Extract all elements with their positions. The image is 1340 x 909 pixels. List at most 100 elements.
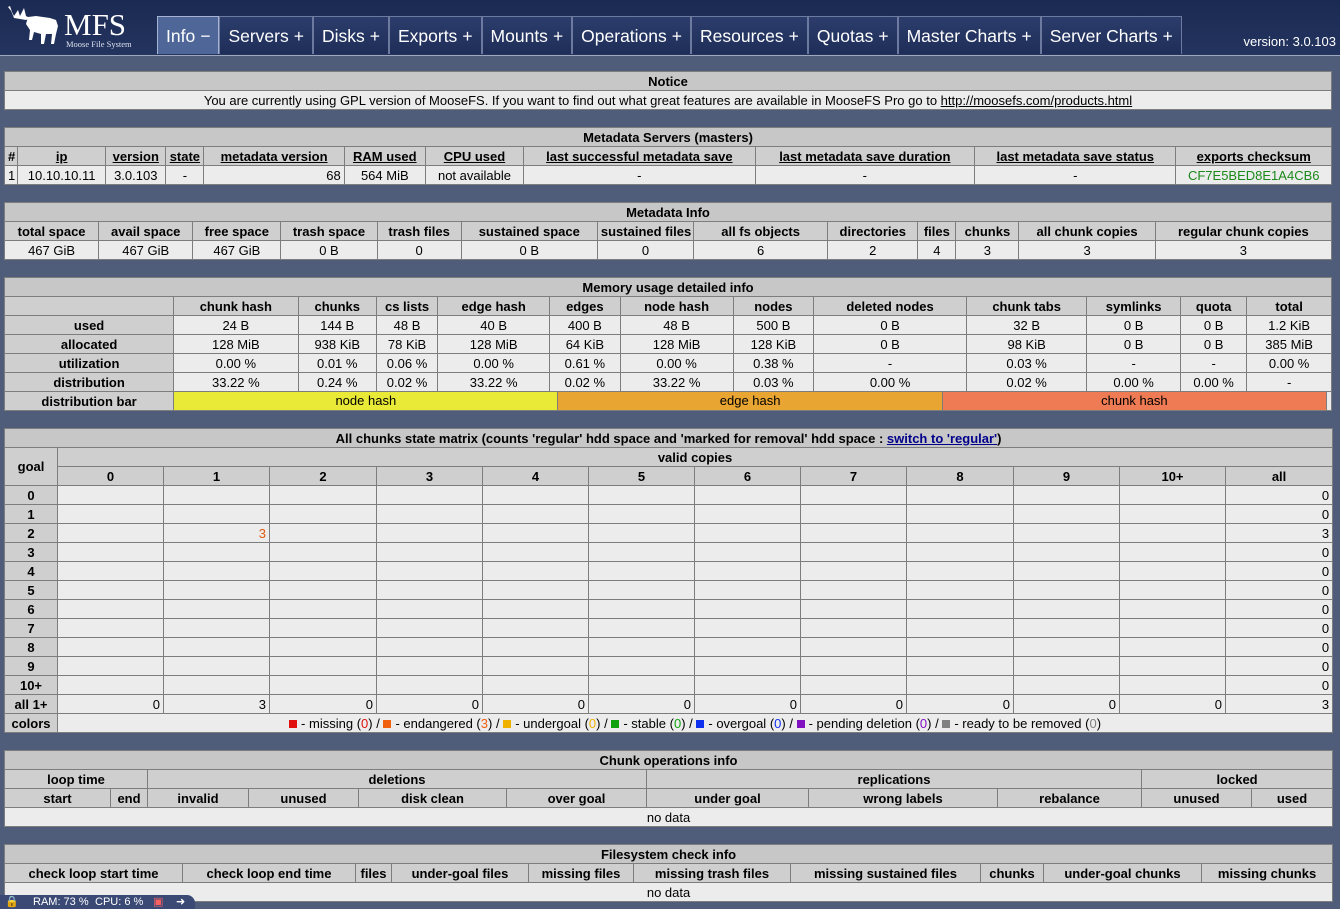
distribution-bar-segment: chunk hash xyxy=(942,392,1328,410)
masters-col-header[interactable]: exports checksum xyxy=(1175,146,1332,166)
chunkops-col-header: disk clean xyxy=(358,788,507,808)
metainfo-col-header: sustained space xyxy=(460,221,598,241)
memory-cell: 0.02 % xyxy=(965,372,1088,392)
matrix-cell[interactable]: 0 xyxy=(1119,694,1226,714)
memory-col-header: cs lists xyxy=(375,296,439,316)
matrix-cell[interactable]: 3 xyxy=(163,694,270,714)
tab-operations[interactable]: Operations + xyxy=(572,16,692,54)
matrix-cell[interactable]: 0 xyxy=(694,694,801,714)
matrix-cell[interactable]: 0 xyxy=(1224,542,1334,562)
tab-quotas[interactable]: Quotas + xyxy=(807,16,898,54)
top-header: MFS Moose File System Info − Servers + Disks… xyxy=(0,0,1340,56)
masters-col-header[interactable]: version xyxy=(105,146,167,166)
system-monitor-widget[interactable]: 🔒 RAM: 73 % CPU: 6 % ▣ ➜ xyxy=(0,895,195,909)
matrix-cell[interactable]: 0 xyxy=(1224,580,1334,600)
matrix-cell xyxy=(694,561,801,581)
memory-cell: 0.38 % xyxy=(732,353,815,373)
matrix-cell xyxy=(482,542,589,562)
products-link[interactable]: http://moosefs.com/products.html xyxy=(941,93,1132,108)
tab-resources[interactable]: Resources + xyxy=(691,16,808,54)
matrix-cell[interactable]: 0 xyxy=(1224,618,1334,638)
matrix-cell[interactable]: 0 xyxy=(906,694,1014,714)
matrix-col-header: 10+ xyxy=(1119,466,1226,486)
memory-col-header: chunks xyxy=(297,296,377,316)
matrix-cell[interactable]: 0 xyxy=(57,694,164,714)
memory-col-header: node hash xyxy=(619,296,734,316)
matrix-goal-label: all 1+ xyxy=(4,694,58,714)
matrix-cell[interactable]: 0 xyxy=(1224,485,1334,505)
matrix-cell[interactable]: 0 xyxy=(1224,656,1334,676)
matrix-col-header: all xyxy=(1224,466,1334,486)
matrix-cell[interactable]: 0 xyxy=(800,694,907,714)
matrix-cell xyxy=(1119,523,1226,543)
masters-col-header[interactable]: last successful metadata save xyxy=(523,146,756,166)
chunkops-col-header: invalid xyxy=(147,788,249,808)
memory-row-used: used 24 B 144 B 48 B 40 B 400 B 48 B 500 B0 B 32… xyxy=(3,315,1332,335)
masters-col-header[interactable]: RAM used xyxy=(343,146,426,166)
masters-cell: - xyxy=(165,165,205,185)
matrix-cell[interactable]: 0 xyxy=(376,694,483,714)
matrix-col-header: 4 xyxy=(482,466,589,486)
matrix-cell[interactable]: 3 xyxy=(163,523,270,543)
matrix-cell xyxy=(376,580,483,600)
matrix-cell[interactable]: 0 xyxy=(1224,637,1334,657)
matrix-cell[interactable]: 0 xyxy=(482,694,589,714)
matrix-cell[interactable]: 0 xyxy=(1224,675,1334,695)
lock-icon: 🔒 xyxy=(5,896,19,908)
memory-col-header: chunk tabs xyxy=(965,296,1088,316)
memory-cell: 938 KiB xyxy=(297,334,377,354)
matrix-cell xyxy=(1013,599,1120,619)
matrix-cell[interactable]: 0 xyxy=(1224,561,1334,581)
matrix-cell xyxy=(57,618,164,638)
matrix-cell[interactable]: 0 xyxy=(1224,504,1334,524)
matrix-cell[interactable]: 0 xyxy=(269,694,377,714)
legend-item-pending-deletion: - pending deletion (0) xyxy=(796,716,931,731)
tab-exports[interactable]: Exports + xyxy=(388,16,482,54)
matrix-cell[interactable]: 3 xyxy=(1224,694,1334,714)
metainfo-cell: 0 xyxy=(596,240,695,260)
matrix-cell xyxy=(1013,561,1120,581)
metainfo-cell: 4 xyxy=(917,240,957,260)
tab-servers[interactable]: Servers + xyxy=(219,16,313,54)
tab-master-charts[interactable]: Master Charts + xyxy=(897,16,1041,54)
fscheck-col-header: missing files xyxy=(528,863,634,883)
moosefs-logo[interactable]: MFS Moose File System xyxy=(6,4,156,50)
fscheck-col-header: missing trash files xyxy=(633,863,791,883)
matrix-cell[interactable]: 0 xyxy=(1224,599,1334,619)
tab-info[interactable]: Info − xyxy=(157,16,220,54)
matrix-cell xyxy=(1013,656,1120,676)
masters-col-header[interactable]: metadata version xyxy=(203,146,345,166)
masters-col-header[interactable]: ip xyxy=(17,146,107,166)
memory-cell: 0 B xyxy=(813,315,967,335)
chunk-matrix-table: All chunks state matrix (counts 'regular… xyxy=(3,428,1334,733)
matrix-cell[interactable]: 0 xyxy=(1013,694,1120,714)
memory-col-header: total xyxy=(1246,296,1332,316)
memory-col-header: edge hash xyxy=(437,296,551,316)
matrix-cell[interactable]: 3 xyxy=(1224,523,1334,543)
metainfo-title: Metadata Info xyxy=(4,202,1332,222)
legend-item-missing: - missing (0) xyxy=(289,716,373,731)
metainfo-cell: 3 xyxy=(1018,240,1156,260)
matrix-goal-label: 2 xyxy=(4,523,58,543)
tab-server-charts[interactable]: Server Charts + xyxy=(1040,16,1182,54)
tab-disks[interactable]: Disks + xyxy=(312,16,389,54)
memory-cell: 0.61 % xyxy=(549,353,621,373)
switch-to-regular-link[interactable]: switch to 'regular' xyxy=(887,431,997,446)
matrix-goal-label: 0 xyxy=(4,485,58,505)
matrix-cell xyxy=(269,675,377,695)
chunkops-col-header: over goal xyxy=(506,788,647,808)
matrix-cell xyxy=(57,637,164,657)
masters-col-header[interactable]: CPU used xyxy=(424,146,525,166)
masters-col-header[interactable]: state xyxy=(165,146,205,166)
tab-label: Resources xyxy=(700,26,784,46)
masters-col-header[interactable]: last metadata save duration xyxy=(754,146,976,166)
matrix-row: 10+ 0 xyxy=(4,675,1334,695)
tab-expand-sign: + xyxy=(788,26,799,46)
matrix-cell xyxy=(588,542,695,562)
matrix-cell[interactable]: 0 xyxy=(588,694,695,714)
matrix-cell xyxy=(269,504,377,524)
masters-col-header[interactable]: last metadata save status xyxy=(974,146,1177,166)
matrix-cell xyxy=(694,542,801,562)
tab-mounts[interactable]: Mounts + xyxy=(481,16,573,54)
ram-usage: RAM: 73 % xyxy=(33,896,89,908)
